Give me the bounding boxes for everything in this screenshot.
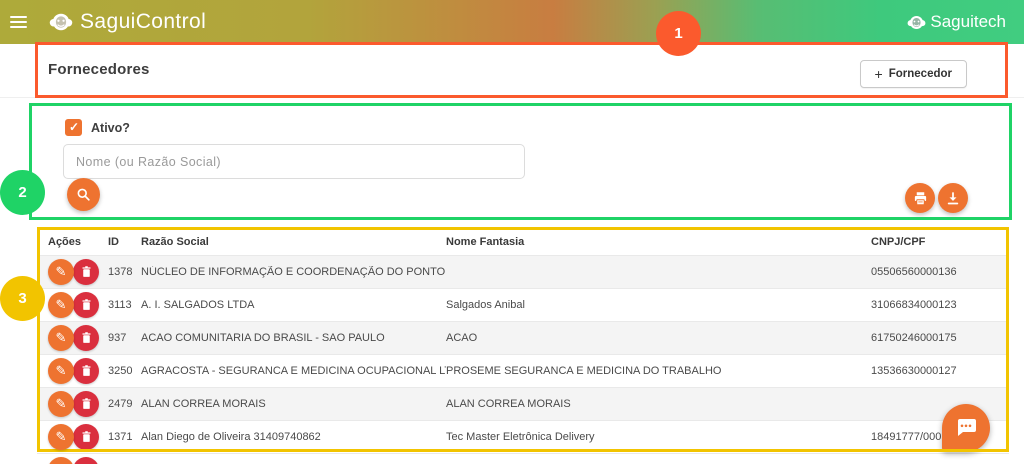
column-header-cnpj-cpf: CNPJ/CPF xyxy=(871,236,1009,248)
row-actions: ✎ xyxy=(48,391,108,417)
print-button[interactable] xyxy=(905,183,935,213)
trash-icon xyxy=(81,431,92,443)
column-header-nome-fantasia: Nome Fantasia xyxy=(446,236,871,248)
printer-icon xyxy=(913,191,928,206)
table-row: ✎ 2479 ALAN CORREA MORAIS ALAN CORREA MO… xyxy=(37,387,1009,420)
pencil-icon: ✎ xyxy=(56,298,67,311)
cell-razao-social: ALAN CORREA MORAIS xyxy=(141,398,446,410)
pencil-icon: ✎ xyxy=(56,331,67,344)
cell-id: 937 xyxy=(108,332,141,344)
brand-logo: Saguitech xyxy=(907,0,1006,44)
page-title-bar: Fornecedores + Fornecedor xyxy=(0,44,1024,98)
edit-button[interactable]: ✎ xyxy=(48,391,74,417)
filter-panel: Ativo? xyxy=(32,106,1010,217)
search-button[interactable] xyxy=(67,178,100,211)
download-icon xyxy=(946,191,960,206)
column-header-razao-social: Razão Social xyxy=(141,236,446,248)
trash-icon xyxy=(81,299,92,311)
cell-razao-social: ACAO COMUNITARIA DO BRASIL - SAO PAULO xyxy=(141,332,446,344)
cell-nome-fantasia: ACAO xyxy=(446,332,871,344)
cell-razao-social: AGRACOSTA - SEGURANCA E MEDICINA OCUPACI… xyxy=(141,365,446,377)
cell-nome-fantasia: Salgados Anibal xyxy=(446,299,871,311)
menu-hamburger-icon[interactable] xyxy=(10,16,27,29)
download-button[interactable] xyxy=(938,183,968,213)
cell-razao-social: Alan Diego de Oliveira 31409740862 xyxy=(141,431,446,443)
cell-id: 1371 xyxy=(108,431,141,443)
chat-button[interactable] xyxy=(942,404,990,452)
delete-button[interactable] xyxy=(73,292,99,318)
row-actions: ✎ xyxy=(48,358,108,384)
edit-button[interactable]: ✎ xyxy=(48,292,74,318)
pencil-icon: ✎ xyxy=(56,397,67,410)
brand-title: Saguitech xyxy=(930,12,1006,32)
cell-id: 1378 xyxy=(108,266,141,278)
edit-button[interactable]: ✎ xyxy=(48,325,74,351)
table-row: ✎ 3250 AGRACOSTA - SEGURANCA E MEDICINA … xyxy=(37,354,1009,387)
table-row-partial: ✎ xyxy=(37,453,1009,464)
trash-icon xyxy=(81,398,92,410)
delete-button[interactable] xyxy=(73,424,99,450)
cell-cnpj-cpf: 61750246000175 xyxy=(871,332,1009,344)
edit-button[interactable]: ✎ xyxy=(48,424,74,450)
trash-icon xyxy=(81,332,92,344)
delete-button[interactable] xyxy=(73,325,99,351)
pencil-icon: ✎ xyxy=(56,364,67,377)
row-actions: ✎ xyxy=(48,424,108,450)
cell-id: 3250 xyxy=(108,365,141,377)
add-fornecedor-button[interactable]: + Fornecedor xyxy=(860,60,967,88)
name-search-input[interactable] xyxy=(63,144,525,179)
cell-razao-social: NÚCLEO DE INFORMAÇÃO E COORDENAÇÃO DO PO… xyxy=(141,266,446,278)
cell-nome-fantasia: ALAN CORREA MORAIS xyxy=(446,398,871,410)
column-header-acoes: Ações xyxy=(48,236,108,248)
delete-button[interactable] xyxy=(73,391,99,417)
table-row: ✎ 3113 A. I. SALGADOS LTDA Salgados Anib… xyxy=(37,288,1009,321)
cell-nome-fantasia: PROSEME SEGURANCA E MEDICINA DO TRABALHO xyxy=(446,365,871,377)
row-actions: ✎ xyxy=(48,292,108,318)
edit-button[interactable]: ✎ xyxy=(48,259,74,285)
pencil-icon: ✎ xyxy=(56,430,67,443)
delete-button[interactable] xyxy=(73,358,99,384)
delete-button[interactable] xyxy=(73,259,99,285)
row-actions: ✎ xyxy=(48,259,108,285)
row-actions: ✎ xyxy=(48,325,108,351)
cell-cnpj-cpf: 31066834000123 xyxy=(871,299,1009,311)
app-logo: SaguiControl xyxy=(49,10,206,34)
active-checkbox[interactable] xyxy=(65,119,82,136)
cell-cnpj-cpf: 13536630000127 xyxy=(871,365,1009,377)
add-fornecedor-label: Fornecedor xyxy=(889,68,952,80)
app-title: SaguiControl xyxy=(80,10,206,34)
edit-button[interactable]: ✎ xyxy=(48,358,74,384)
column-header-id: ID xyxy=(108,236,141,248)
app-header: SaguiControl Saguitech xyxy=(0,0,1024,44)
app-window: SaguiControl Saguitech Fornecedores + Fo… xyxy=(0,0,1024,464)
trash-icon xyxy=(81,266,92,278)
chat-bubble-icon xyxy=(954,416,978,440)
table-row: ✎ 1371 Alan Diego de Oliveira 3140974086… xyxy=(37,420,1009,453)
cell-nome-fantasia: Tec Master Eletrônica Delivery xyxy=(446,431,871,443)
page-title: Fornecedores xyxy=(48,61,150,78)
trash-icon xyxy=(81,365,92,377)
monkey-logo-icon xyxy=(49,10,73,34)
cell-cnpj-cpf: 05506560000136 xyxy=(871,266,1009,278)
cell-razao-social: A. I. SALGADOS LTDA xyxy=(141,299,446,311)
plus-icon: + xyxy=(875,67,883,81)
suppliers-table: Ações ID Razão Social Nome Fantasia CNPJ… xyxy=(37,228,1009,464)
table-header-row: Ações ID Razão Social Nome Fantasia CNPJ… xyxy=(37,228,1009,255)
table-row: ✎ 1378 NÚCLEO DE INFORMAÇÃO E COORDENAÇÃ… xyxy=(37,255,1009,288)
cell-id: 3113 xyxy=(108,299,141,311)
table-row: ✎ 937 ACAO COMUNITARIA DO BRASIL - SAO P… xyxy=(37,321,1009,354)
active-filter[interactable]: Ativo? xyxy=(65,119,130,136)
search-icon xyxy=(76,187,91,202)
pencil-icon: ✎ xyxy=(56,265,67,278)
cell-id: 2479 xyxy=(108,398,141,410)
active-checkbox-label: Ativo? xyxy=(91,121,130,135)
monkey-brand-icon xyxy=(907,13,926,32)
delete-button[interactable] xyxy=(73,457,99,464)
edit-button[interactable]: ✎ xyxy=(48,457,74,464)
table-body: ✎ 1378 NÚCLEO DE INFORMAÇÃO E COORDENAÇÃ… xyxy=(37,255,1009,453)
